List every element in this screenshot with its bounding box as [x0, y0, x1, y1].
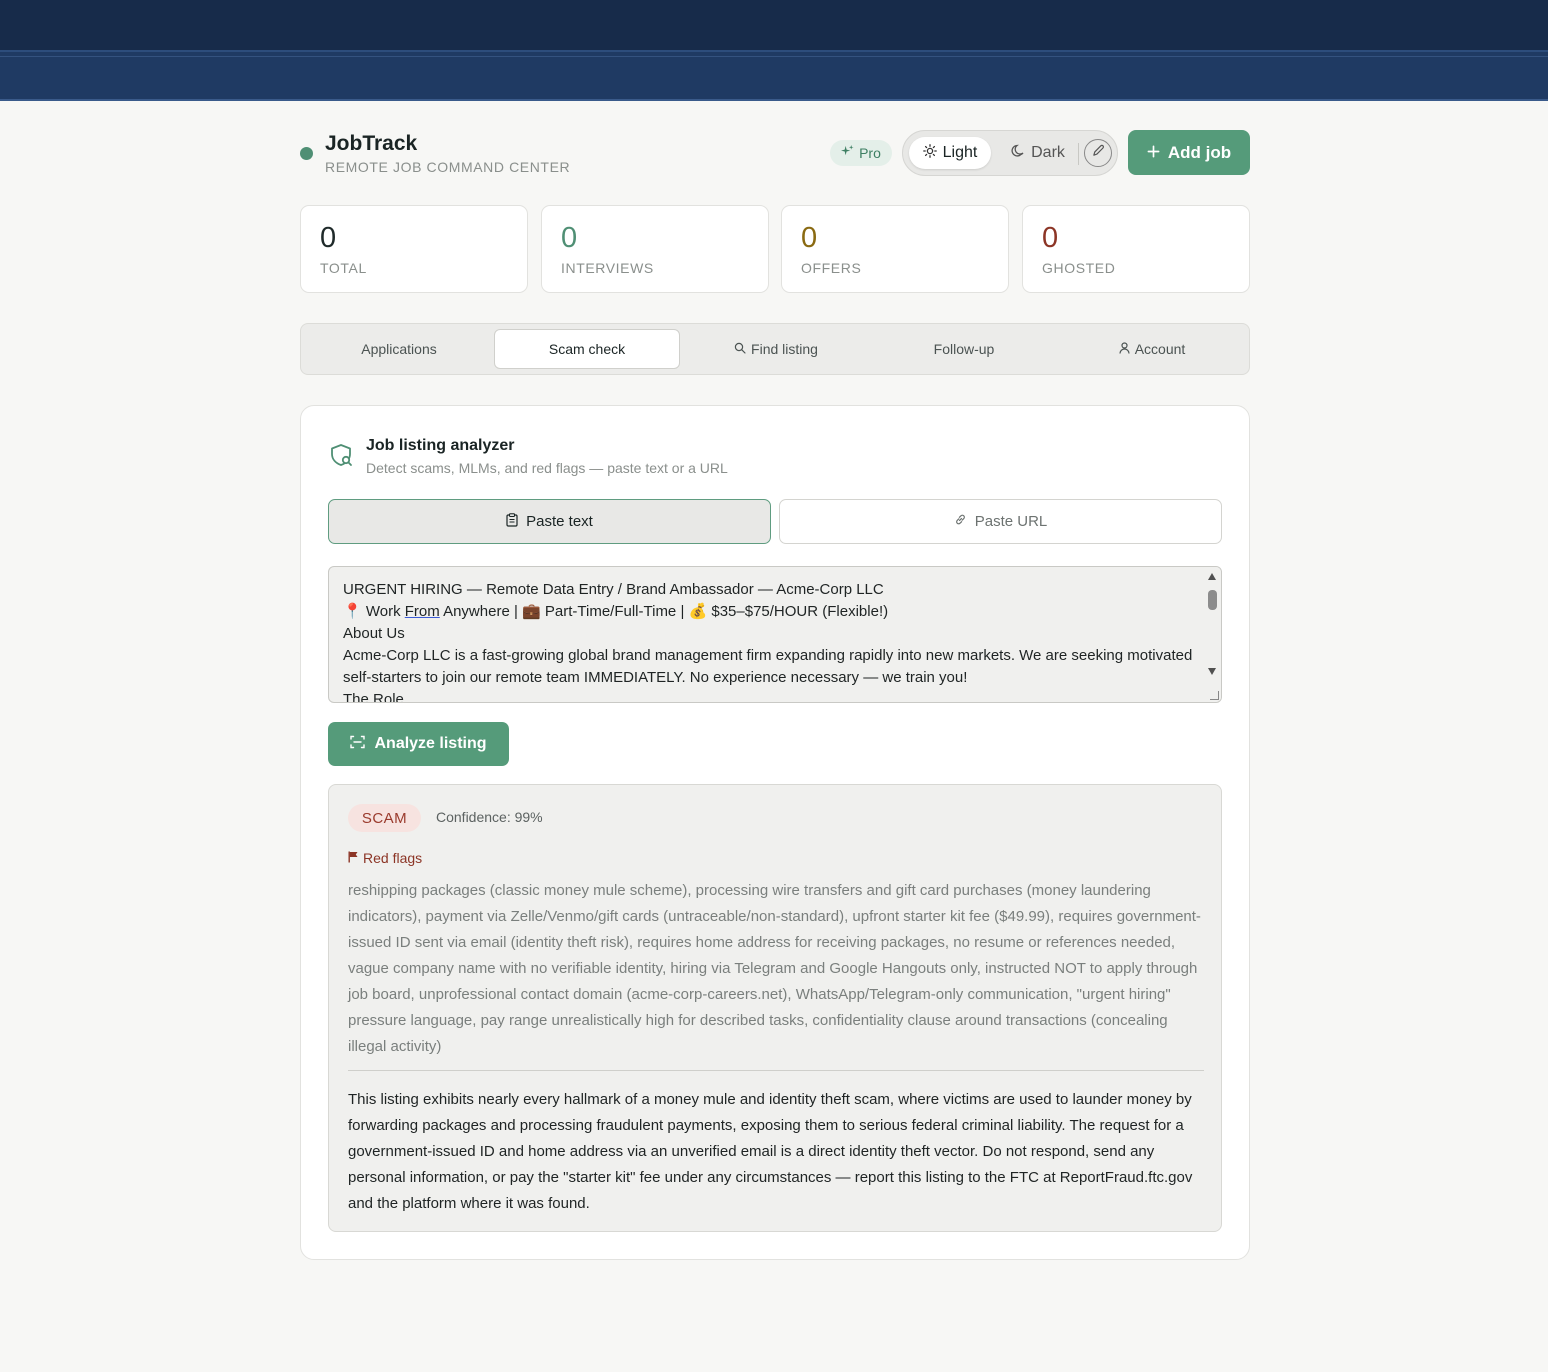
app-title: JobTrack — [325, 132, 418, 155]
red-flags-title: Red flags — [363, 850, 423, 866]
listing-line: 📍 Work From Anywhere | 💼 Part-Time/Full-… — [343, 601, 1201, 623]
stat-card-total: 0 TOTAL — [300, 205, 528, 293]
pro-badge[interactable]: Pro — [830, 140, 892, 166]
paste-url-button[interactable]: Paste URL — [779, 499, 1222, 544]
stat-value: 0 — [561, 222, 578, 254]
top-banner-band-secondary — [0, 50, 1548, 101]
top-banner — [0, 0, 1548, 101]
flag-icon — [348, 850, 359, 866]
scan-icon — [350, 735, 366, 754]
stat-value: 0 — [320, 222, 337, 254]
money-bag-icon: 💰 — [688, 603, 708, 620]
paste-url-label: Paste URL — [974, 513, 1048, 530]
red-flags-list: reshipping packages (classic money mule … — [348, 882, 1201, 1055]
verdict-badge: SCAM — [348, 804, 421, 832]
stat-card-interviews: 0 INTERVIEWS — [541, 205, 769, 293]
tab-find-listing[interactable]: Find listing — [683, 329, 869, 369]
moon-icon — [1011, 144, 1025, 163]
user-icon — [1119, 341, 1130, 357]
briefcase-icon: 💼 — [522, 603, 541, 620]
confidence-score: Confidence: 99% — [436, 809, 543, 825]
listing-text: URGENT HIRING — Remote Data Entry / Bran… — [343, 579, 1201, 703]
stat-card-ghosted: 0 GHOSTED — [1022, 205, 1250, 293]
theme-light-button[interactable]: Light — [909, 137, 991, 169]
theme-dark-button[interactable]: Dark — [1003, 137, 1073, 169]
tab-applications[interactable]: Applications — [306, 329, 492, 369]
red-flags-heading: Red flags — [348, 850, 422, 866]
analysis-result: SCAM Confidence: 99% Red flags reshippin… — [328, 784, 1222, 1232]
app-header: JobTrack REMOTE JOB COMMAND CENTER Pro L… — [300, 130, 1250, 176]
listing-textarea[interactable]: URGENT HIRING — Remote Data Entry / Bran… — [328, 566, 1222, 703]
stat-value: 0 — [1042, 222, 1059, 254]
tab-scam-check[interactable]: Scam check — [494, 329, 680, 369]
listing-fragment: Work — [361, 603, 405, 620]
spellcheck-word: From — [404, 603, 440, 620]
theme-dark-label: Dark — [1031, 144, 1065, 161]
plus-icon — [1147, 143, 1160, 163]
listing-fragment: Anywhere | — [439, 603, 523, 620]
add-job-label: Add job — [1167, 142, 1232, 162]
result-summary: This listing exhibits nearly every hallm… — [348, 1091, 1193, 1212]
listing-line: URGENT HIRING — Remote Data Entry / Bran… — [343, 581, 884, 598]
stat-label: TOTAL — [320, 260, 367, 276]
add-job-button[interactable]: Add job — [1128, 130, 1250, 175]
sun-icon — [922, 143, 937, 163]
stat-label: INTERVIEWS — [561, 260, 654, 276]
clipboard-icon — [506, 512, 518, 531]
top-banner-band — [0, 0, 1548, 50]
stat-value: 0 — [801, 222, 818, 254]
scrollbar-thumb[interactable] — [1208, 590, 1217, 610]
result-divider — [348, 1070, 1204, 1071]
sparkle-icon — [841, 145, 854, 161]
listing-line: About Us — [343, 625, 405, 642]
stat-card-offers: 0 OFFERS — [781, 205, 1009, 293]
analyzer-subtitle: Detect scams, MLMs, and red flags — past… — [366, 460, 728, 476]
theme-edit-button[interactable] — [1084, 139, 1112, 167]
listing-line: The Role — [343, 691, 404, 703]
tab-label: Account — [1134, 341, 1186, 357]
tab-bar: Applications Scam check Find listing Fol… — [300, 323, 1250, 375]
pin-icon: 📍 — [343, 603, 362, 620]
analyze-listing-button[interactable]: Analyze listing — [328, 722, 509, 766]
listing-fragment: $35–$75/HOUR (Flexible!) — [707, 603, 889, 620]
theme-toggle: Light Dark — [902, 130, 1118, 176]
stats-row: 0 TOTAL 0 INTERVIEWS 0 OFFERS 0 GHOSTED — [300, 205, 1250, 293]
scam-check-panel: Job listing analyzer Detect scams, MLMs,… — [300, 405, 1250, 1260]
tab-account[interactable]: Account — [1059, 329, 1245, 369]
resize-handle[interactable] — [1210, 691, 1219, 700]
tab-label: Applications — [361, 341, 437, 357]
tab-label: Follow-up — [933, 341, 995, 357]
stat-label: OFFERS — [801, 260, 862, 276]
paste-text-button[interactable]: Paste text — [328, 499, 771, 544]
stat-label: GHOSTED — [1042, 260, 1116, 276]
pro-label: Pro — [859, 145, 881, 161]
search-icon — [734, 341, 746, 357]
tab-label: Scam check — [548, 341, 626, 357]
analyzer-title: Job listing analyzer — [366, 437, 515, 454]
theme-light-label: Light — [942, 144, 978, 161]
app-tagline: REMOTE JOB COMMAND CENTER — [325, 159, 571, 175]
shield-search-icon — [329, 443, 355, 469]
tab-follow-up[interactable]: Follow-up — [871, 329, 1057, 369]
link-icon — [954, 513, 967, 530]
textarea-scrollbar[interactable] — [1204, 567, 1221, 702]
theme-divider — [1078, 143, 1079, 165]
scroll-up-arrow[interactable] — [1208, 573, 1216, 580]
listing-fragment: Part-Time/Full-Time | — [540, 603, 689, 620]
scroll-down-arrow[interactable] — [1208, 668, 1216, 675]
pencil-icon — [1092, 144, 1105, 162]
tab-label: Find listing — [751, 341, 818, 357]
analyze-label: Analyze listing — [374, 735, 487, 752]
paste-text-label: Paste text — [526, 513, 593, 530]
status-dot — [300, 147, 313, 160]
listing-line: Acme-Corp LLC is a fast-growing global b… — [343, 647, 1193, 686]
